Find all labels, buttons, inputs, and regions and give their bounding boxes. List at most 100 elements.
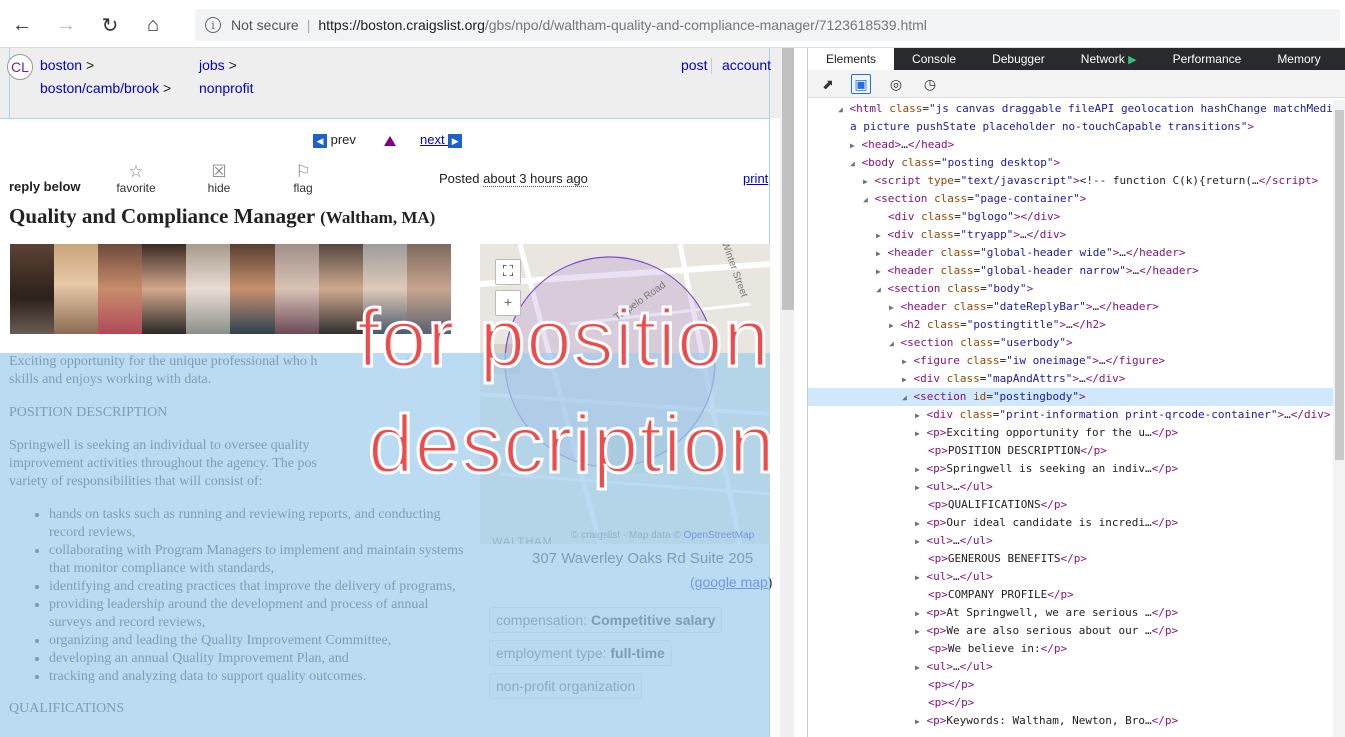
dom-node[interactable]: ◢ <html class="js canvas draggable fileA… — [838, 100, 1333, 118]
tab-network[interactable]: Network ▶ — [1063, 48, 1155, 70]
dom-node[interactable]: ▶ <head>…</head> — [850, 136, 954, 154]
browser-toolbar: ← → ↻ ⌂ i Not secure | https://boston.cr… — [0, 0, 1345, 48]
dom-node[interactable]: ▶ <p>Exciting opportunity for the u…</p> — [915, 424, 1178, 442]
posting-title-text: Quality and Compliance Manager — [9, 204, 315, 228]
dom-node[interactable]: ▶ <header class="global-header wide">…</… — [876, 244, 1186, 262]
dom-node[interactable]: ▶ <ul>…</ul> — [915, 532, 993, 550]
posted-time: about 3 hours ago — [483, 171, 588, 187]
dom-node[interactable]: ▶ <p>Our ideal candidate is incredi…</p> — [915, 514, 1178, 532]
tab-elements[interactable]: Elements — [808, 48, 895, 70]
box-model-icon[interactable]: ▣ — [851, 74, 871, 94]
dom-node[interactable]: ▶ <ul>…</ul> — [915, 658, 993, 676]
address-bar[interactable]: i Not secure | https://boston.craigslist… — [195, 9, 1340, 41]
body-text: Exciting opportunity for the unique prof… — [9, 354, 318, 369]
account-link[interactable]: account — [722, 57, 771, 73]
dom-node[interactable]: <p>COMPANY PROFILE</p> — [928, 586, 1074, 604]
dom-node[interactable]: ▶ <p>Keywords: Waltham, Newton, Bro…</p> — [915, 712, 1178, 730]
dom-node-selected[interactable]: ◢ <section id="postingbody"> — [808, 388, 1333, 406]
breadcrumb-boston[interactable]: boston > — [40, 57, 94, 73]
dom-node[interactable]: <div class="bglogo"></div> — [888, 208, 1060, 226]
reply-below-label[interactable]: reply below — [9, 179, 81, 194]
reload-icon[interactable]: ↻ — [97, 12, 123, 38]
dom-node[interactable]: <p></p> — [928, 694, 974, 712]
map[interactable]: ⛶ + Trapelo Road Winter Street WALTHAM — [480, 244, 770, 544]
list-item: identifying and creating practices that … — [49, 578, 469, 596]
hide-button[interactable]: ☒ hide — [199, 162, 239, 196]
dom-node[interactable]: ▶ <ul>…</ul> — [915, 568, 993, 586]
favorite-button[interactable]: ☆ favorite — [112, 163, 160, 196]
next-link[interactable]: next ▶ — [420, 132, 463, 148]
breadcrumb-jobs[interactable]: jobs > — [199, 57, 237, 73]
flag-label: flag — [293, 181, 313, 195]
up-arrow-icon[interactable] — [384, 136, 396, 146]
select-element-icon[interactable]: ⬈ — [818, 74, 838, 94]
dom-node[interactable]: ▶ <p>We are also serious about our …</p> — [915, 622, 1178, 640]
dom-node[interactable]: ▶ <header class="dateReplyBar">…</header… — [889, 298, 1159, 316]
dom-node[interactable]: <p></p> — [928, 676, 974, 694]
fullscreen-icon[interactable]: ⛶ — [495, 259, 521, 285]
dom-node[interactable]: ▶ <div class="tryapp">…</div> — [876, 226, 1066, 244]
prev-label: prev — [330, 132, 356, 147]
list-item: providing leadership around the developm… — [49, 596, 469, 632]
info-icon[interactable]: i — [205, 17, 221, 33]
prev-link[interactable]: ◀ prev — [313, 132, 356, 148]
dom-node[interactable]: ◢ <section class="userbody"> — [889, 334, 1073, 352]
breadcrumb-subarea-label: boston/camb/brook — [40, 80, 160, 96]
dom-node[interactable]: ▶ <p>Springwell is seeking an indiv…</p> — [915, 460, 1178, 478]
dom-node[interactable]: <p>We believe in:</p> — [928, 640, 1067, 658]
dom-node[interactable]: <p>QUALIFICATIONS</p> — [928, 496, 1067, 514]
dom-node[interactable]: ▶ <script type="text/javascript"><!-- fu… — [863, 172, 1318, 190]
forward-icon[interactable]: → — [53, 12, 79, 38]
body-text: skills and enjoys working with data. — [9, 372, 212, 387]
tab-performance[interactable]: Performance — [1155, 48, 1260, 70]
page-scrollbar-thumb[interactable] — [782, 48, 794, 310]
home-icon[interactable]: ⌂ — [140, 12, 166, 38]
flag-button[interactable]: ⚐ flag — [288, 163, 318, 196]
responsibilities-list: hands on tasks such as running and revie… — [9, 506, 469, 686]
breadcrumb-subarea[interactable]: boston/camb/brook > — [40, 80, 171, 96]
dom-node[interactable]: ◢ <section class="page-container"> — [863, 190, 1086, 208]
overflow-menu-icon[interactable]: ▼ — [1339, 48, 1345, 70]
dom-node[interactable]: ▶ <div class="print-information print-qr… — [915, 406, 1330, 424]
craigslist-logo[interactable]: CL — [7, 54, 33, 80]
dom-node[interactable]: ▶ <figure class="iw oneimage">…</figure> — [902, 352, 1165, 370]
breadcrumb-jobs-label: jobs — [199, 57, 225, 73]
openstreetmap-link[interactable]: OpenStreetMap — [684, 530, 755, 541]
map-credit-text: © craigslist - Map data © — [571, 530, 681, 541]
page-viewport: CL boston > boston/camb/brook > jobs > n… — [0, 48, 807, 737]
map-credit: © craigslist - Map data © OpenStreetMap — [571, 530, 754, 541]
dom-node[interactable]: ▶ <ul>…</ul> — [915, 478, 993, 496]
target-icon[interactable]: ◎ — [886, 74, 906, 94]
attr-value: full-time — [610, 645, 665, 661]
devtools-panel: Elements Console Debugger Network ▶ Perf… — [807, 48, 1345, 737]
dom-node[interactable]: ▶ <p>At Springwell, we are serious …</p> — [915, 604, 1178, 622]
header-divider — [711, 58, 712, 74]
dom-node[interactable]: ▶ <div class="mapAndAttrs">…</div> — [902, 370, 1125, 388]
hide-label: hide — [207, 181, 231, 195]
posting-location: (Waltham, MA) — [320, 208, 436, 227]
url-separator: | — [306, 17, 311, 33]
map-town-label: WALTHAM — [492, 536, 553, 544]
prev-arrow-icon: ◀ — [313, 133, 327, 148]
post-link[interactable]: post — [681, 57, 707, 73]
timer-icon[interactable]: ◷ — [920, 74, 940, 94]
tab-debugger[interactable]: Debugger — [974, 48, 1063, 70]
dom-node[interactable]: ▶ <h2 class="postingtitle">…</h2> — [889, 316, 1106, 334]
dom-node[interactable]: ◢ <section class="body"> — [876, 280, 1033, 298]
dom-node[interactable]: <p>POSITION DESCRIPTION</p> — [928, 442, 1107, 460]
tab-console[interactable]: Console — [894, 48, 974, 70]
print-link[interactable]: print — [743, 171, 768, 186]
tab-memory[interactable]: Memory — [1259, 48, 1338, 70]
dom-node[interactable]: <p>GENEROUS BENEFITS</p> — [928, 550, 1087, 568]
section-heading: QUALIFICATIONS — [9, 701, 125, 716]
google-map-link[interactable]: google map — [695, 574, 768, 590]
tab-network-label: Network — [1080, 52, 1125, 66]
back-icon[interactable]: ← — [9, 12, 35, 38]
breadcrumb-nonprofit[interactable]: nonprofit — [199, 80, 253, 96]
dom-node[interactable]: ▶ <header class="global-header narrow">…… — [876, 262, 1199, 280]
devtools-toolbar: ⬈ ▣ ◎ ◷ — [808, 70, 1345, 98]
list-item: collaborating with Program Managers to i… — [49, 542, 469, 578]
dom-node[interactable]: ◢ <body class="posting desktop"> — [850, 154, 1060, 172]
devtools-scrollbar-thumb[interactable] — [1335, 110, 1344, 460]
hide-icon: ☒ — [211, 162, 227, 181]
